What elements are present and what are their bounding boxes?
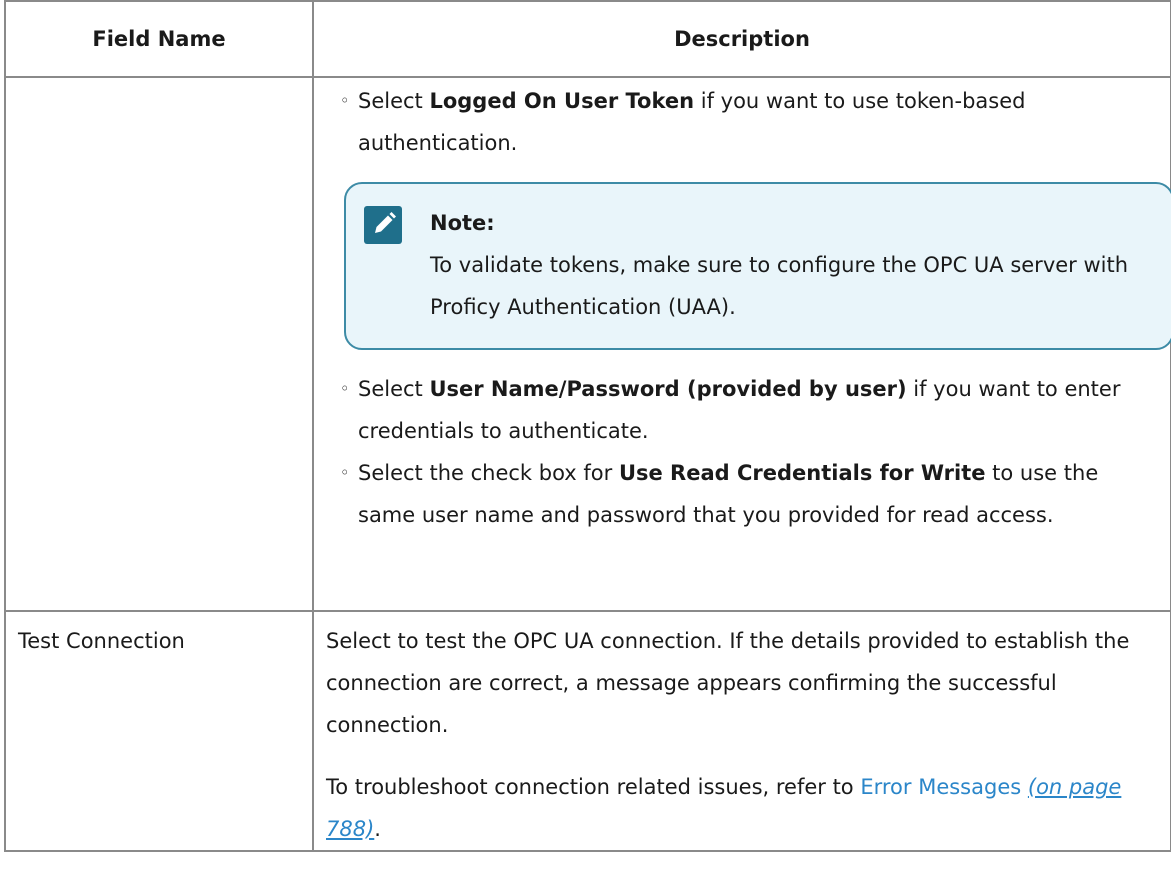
bullet-marker: ◦ [340, 379, 350, 398]
list-item-prefix: Select [358, 377, 430, 401]
header-field-name: Field Name [4, 0, 314, 78]
table-row: Test Connection Select to test the OPC U… [4, 610, 1171, 852]
error-messages-link[interactable]: Error Messages [860, 775, 1021, 799]
field-description-table: Field Name Description ◦ Select Logged O… [4, 0, 1171, 852]
list-item-prefix: Select the check box for [358, 461, 619, 485]
list-item-bold: User Name/Password (provided by user) [429, 377, 907, 401]
field-name-cell-empty [4, 76, 314, 612]
description-paragraph: Select to test the OPC UA connection. If… [326, 629, 1130, 737]
bullet-marker: ◦ [340, 91, 350, 110]
note-text: To validate tokens, make sure to configu… [430, 253, 1129, 319]
troubleshoot-suffix: . [374, 817, 381, 841]
header-description: Description [312, 0, 1171, 78]
options-list: ◦ Select Logged On User Token if you wan… [326, 80, 1171, 536]
list-item-username-password: ◦ Select User Name/Password (provided by… [334, 368, 1158, 452]
list-item-prefix: Select [358, 89, 430, 113]
list-item-read-credentials: ◦ Select the check box for Use Read Cred… [334, 452, 1158, 536]
note-box: Note: To validate tokens, make sure to c… [344, 182, 1171, 350]
troubleshoot-paragraph: To troubleshoot connection related issue… [326, 766, 1158, 850]
description-cell: ◦ Select Logged On User Token if you wan… [312, 76, 1171, 612]
field-name-cell: Test Connection [4, 610, 314, 852]
table-header-row: Field Name Description [4, 0, 1171, 78]
list-item-logged-on-token: ◦ Select Logged On User Token if you wan… [334, 80, 1171, 350]
description-cell: Select to test the OPC UA connection. If… [312, 610, 1171, 852]
list-item-bold: Use Read Credentials for Write [618, 461, 986, 485]
table-row: ◦ Select Logged On User Token if you wan… [4, 76, 1171, 612]
bullet-marker: ◦ [340, 463, 350, 482]
troubleshoot-prefix: To troubleshoot connection related issue… [326, 775, 861, 799]
note-title: Note: [430, 211, 495, 235]
list-item-bold: Logged On User Token [429, 89, 695, 113]
pencil-icon [364, 206, 402, 244]
